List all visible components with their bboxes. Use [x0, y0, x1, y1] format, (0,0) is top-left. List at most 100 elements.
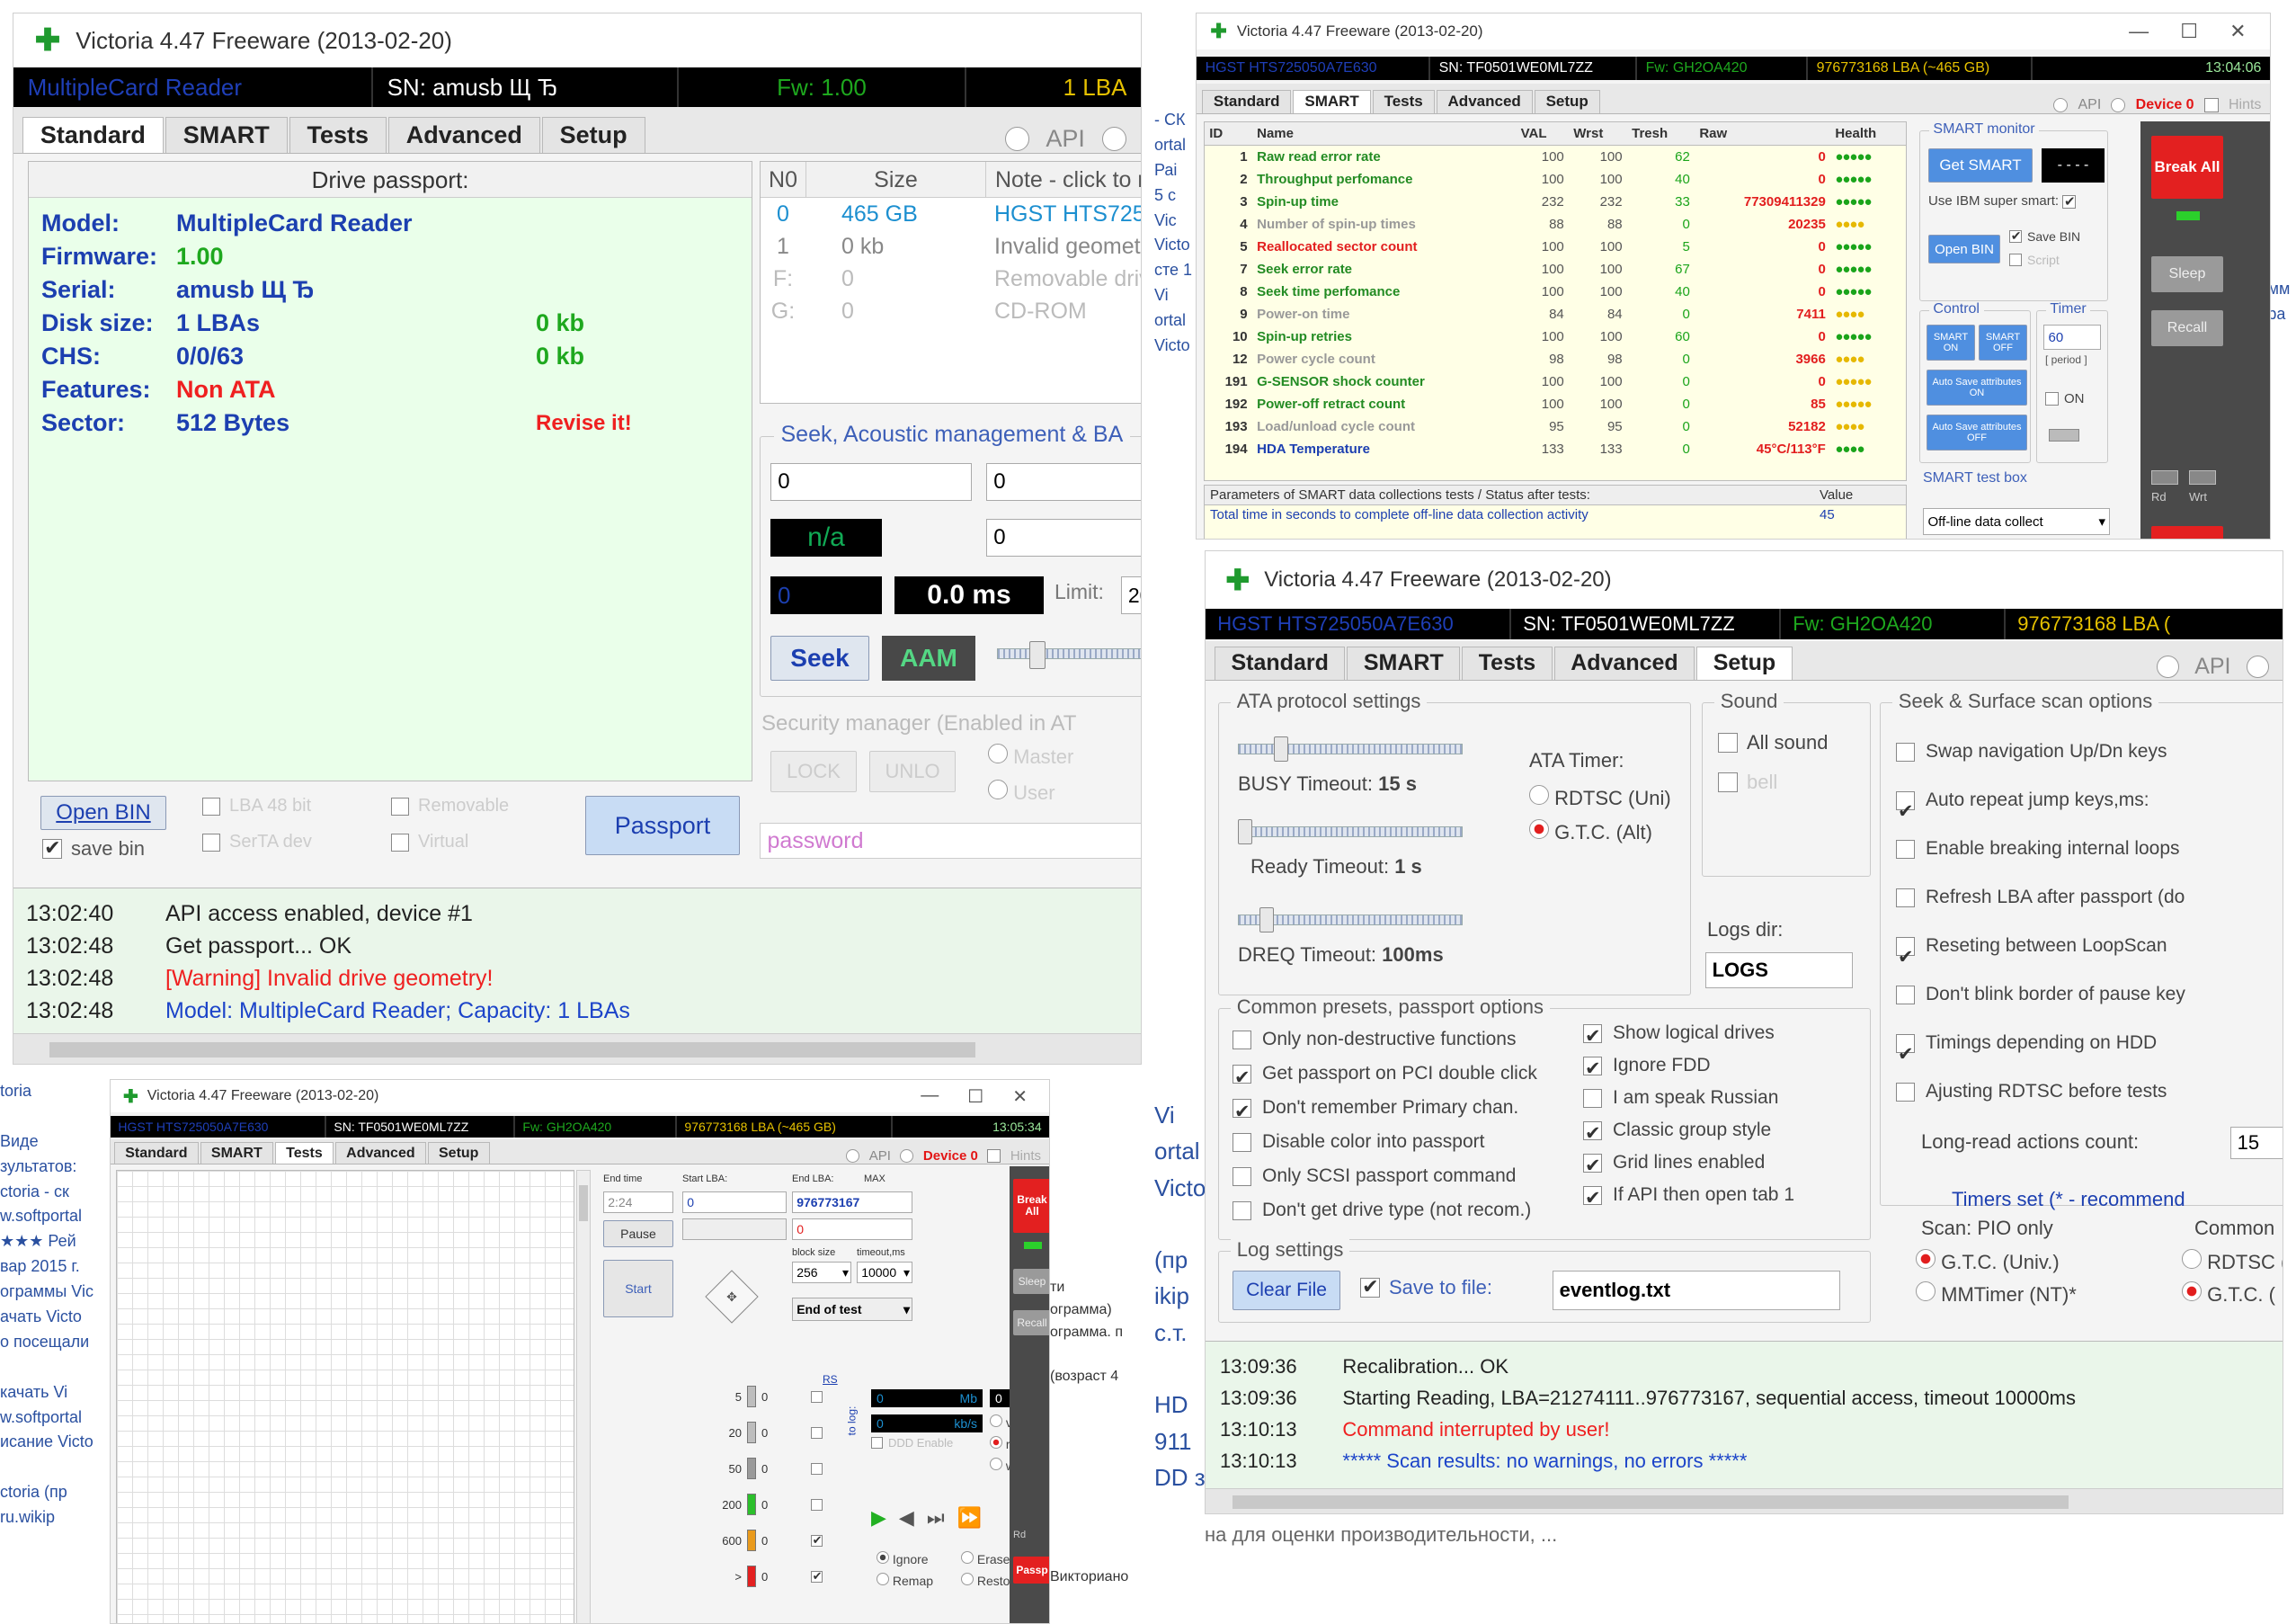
- common-gtc-radio[interactable]: G.T.C. (: [2182, 1281, 2275, 1307]
- open-bin-button[interactable]: Open BIN: [1928, 235, 2000, 263]
- device-radio[interactable]: [2111, 98, 2126, 112]
- seek-option-checkbox[interactable]: Swap navigation Up/Dn keys: [1896, 727, 2185, 776]
- tab-setup[interactable]: Setup: [1696, 646, 1793, 680]
- api-radio[interactable]: [846, 1149, 860, 1163]
- play-icon[interactable]: ▶: [871, 1506, 886, 1537]
- scan-gtc-radio[interactable]: G.T.C. (Univ.): [1916, 1249, 2060, 1274]
- tab-advanced[interactable]: Advanced: [1436, 89, 1533, 113]
- sleep-button[interactable]: Sleep: [1013, 1269, 1049, 1294]
- save-bin-checkbox[interactable]: save bin: [42, 836, 145, 861]
- preset-option-checkbox[interactable]: Classic group style: [1583, 1114, 1794, 1150]
- smart-row[interactable]: 193 Load/unload cycle count 95 95 0 52182 ●●●●: [1205, 415, 1906, 438]
- latency-log-checkbox[interactable]: [811, 1569, 823, 1584]
- preset-option-checkbox[interactable]: Ignore FDD: [1583, 1049, 1794, 1085]
- smart-row[interactable]: 12 Power cycle count 98 98 0 3966 ●●●●: [1205, 348, 1906, 370]
- tab-standard[interactable]: Standard: [1202, 89, 1292, 113]
- smart-row[interactable]: 191 G-SENSOR shock counter 100 100 0 0 ●●●●●: [1205, 370, 1906, 393]
- open-bin-button[interactable]: Open BIN: [40, 796, 166, 830]
- tab-tests[interactable]: Tests: [289, 116, 387, 153]
- end-of-test-select[interactable]: End of test ▾: [792, 1298, 912, 1321]
- virtual-checkbox[interactable]: Virtual: [391, 832, 468, 852]
- smart-col-header[interactable]: VAL: [1516, 122, 1570, 146]
- drive-list-row[interactable]: F: 0 Removable drive: [761, 263, 1141, 295]
- timer-on-checkbox[interactable]: ON: [2045, 391, 2085, 406]
- maximize-icon[interactable]: ☐: [967, 1085, 983, 1108]
- log-scrollbar[interactable]: [13, 1033, 1141, 1064]
- rdtsc-radio[interactable]: RDTSC (Uni): [1529, 785, 1671, 810]
- latency-log-checkbox[interactable]: [811, 1533, 823, 1548]
- seek-field-1[interactable]: 0: [770, 463, 972, 501]
- start-button[interactable]: Start: [603, 1260, 673, 1317]
- preset-option-checkbox[interactable]: If API then open tab 1: [1583, 1179, 1794, 1215]
- dreq-timeout-knob[interactable]: [1259, 907, 1274, 932]
- smart-row[interactable]: 192 Power-off retract count 100 100 0 85 ●●●●●: [1205, 393, 1906, 415]
- logs-dir-field[interactable]: LOGS: [1705, 952, 1853, 988]
- preset-option-checkbox[interactable]: I am speak Russian: [1583, 1082, 1794, 1114]
- tab-advanced[interactable]: Advanced: [334, 1142, 426, 1164]
- device-radio[interactable]: [2247, 656, 2269, 678]
- drive-list-row[interactable]: 1 0 kb Invalid geometry: [761, 230, 1141, 263]
- latency-log-checkbox[interactable]: [811, 1462, 823, 1475]
- latency-log-checkbox[interactable]: [811, 1426, 823, 1439]
- limit-field[interactable]: 20: [1121, 576, 1141, 614]
- passp-button[interactable]: Passp: [1013, 1557, 1049, 1584]
- ibm-smart-checkbox[interactable]: [2062, 193, 2077, 210]
- rs-link[interactable]: RS: [823, 1373, 838, 1386]
- break-all-button[interactable]: Break All: [2151, 136, 2223, 199]
- preset-option-checkbox[interactable]: Disable color into passport: [1233, 1125, 1537, 1159]
- user-radio[interactable]: User: [988, 780, 1055, 805]
- end-icon[interactable]: ⏩: [957, 1506, 982, 1537]
- pause-button[interactable]: Pause: [603, 1220, 673, 1247]
- test-box-select[interactable]: Off-line data collect ▾: [1923, 508, 2110, 535]
- sleep-button[interactable]: Sleep: [2151, 256, 2223, 292]
- api-radio[interactable]: [2053, 98, 2069, 112]
- save-bin-checkbox[interactable]: Save BIN: [2009, 228, 2080, 244]
- tab-tests[interactable]: Tests: [1372, 89, 1435, 113]
- back-icon[interactable]: ◀: [899, 1506, 914, 1537]
- scan-mmtimer-radio[interactable]: MMTimer (NT)*: [1916, 1281, 2077, 1307]
- api-radio[interactable]: [1004, 127, 1029, 151]
- smart-off-button[interactable]: SMART OFF: [1979, 325, 2027, 361]
- latency-log-checkbox[interactable]: [811, 1498, 823, 1511]
- smart-row[interactable]: 2 Throughput perfomance 100 100 40 0 ●●●●●: [1205, 168, 1906, 191]
- seek-option-checkbox[interactable]: Reseting between LoopScan: [1896, 922, 2185, 982]
- removable-checkbox[interactable]: Removable: [391, 796, 509, 816]
- preset-option-checkbox[interactable]: Grid lines enabled: [1583, 1147, 1794, 1182]
- tab-tests[interactable]: Tests: [274, 1142, 334, 1164]
- end-lba-2-field[interactable]: 0: [792, 1218, 912, 1240]
- seek-field-3[interactable]: 0: [986, 519, 1141, 557]
- aam-slider-knob[interactable]: [1029, 641, 1046, 669]
- lba48-checkbox[interactable]: LBA 48 bit: [202, 796, 311, 816]
- preset-option-checkbox[interactable]: Only non-destructive functions: [1233, 1022, 1537, 1057]
- col-note-header[interactable]: Note - click to ref: [985, 162, 1141, 197]
- tab-standard[interactable]: Standard: [1215, 646, 1346, 680]
- close-icon[interactable]: ✕: [1012, 1085, 1028, 1108]
- passp-button[interactable]: [2151, 526, 2223, 539]
- smart-col-header[interactable]: Health: [1830, 122, 1906, 146]
- serial-dev-checkbox[interactable]: SerTA dev: [202, 832, 312, 852]
- smart-row[interactable]: 8 Seek time perfomance 100 100 40 0 ●●●●●: [1205, 281, 1906, 303]
- ddd-enable-checkbox[interactable]: DDD Enable: [871, 1436, 953, 1450]
- smart-row[interactable]: 10 Spin-up retries 100 100 60 0 ●●●●●: [1205, 326, 1906, 348]
- chevron-down-icon[interactable]: ▾: [2098, 513, 2109, 530]
- close-icon[interactable]: ✕: [2229, 20, 2246, 43]
- seek-field-2[interactable]: 0: [986, 463, 1141, 501]
- smart-col-header[interactable]: Wrst: [1569, 122, 1627, 146]
- device-radio[interactable]: [900, 1149, 914, 1163]
- get-smart-button[interactable]: Get SMART: [1928, 148, 2033, 183]
- api-radio[interactable]: [2156, 656, 2179, 678]
- end-time-field[interactable]: 2:24: [603, 1191, 673, 1213]
- aam-slider[interactable]: [997, 648, 1141, 659]
- device-radio[interactable]: [1101, 127, 1126, 151]
- password-field[interactable]: password: [760, 823, 1141, 859]
- smart-col-header[interactable]: Raw: [1695, 122, 1831, 146]
- drive-list-row[interactable]: 0 465 GB HGST HTS725050: [761, 198, 1141, 230]
- auto-save-off-button[interactable]: Auto Save attributes OFF: [1927, 415, 2027, 451]
- seek-option-checkbox[interactable]: Enable breaking internal loops: [1896, 825, 2185, 873]
- preset-option-checkbox[interactable]: Don't remember Primary chan.: [1233, 1091, 1537, 1129]
- ignore-radio[interactable]: Ignore: [877, 1551, 929, 1566]
- latency-log-checkbox[interactable]: [811, 1390, 823, 1403]
- smart-col-header[interactable]: ID: [1205, 122, 1252, 146]
- unlock-button[interactable]: UNLO: [869, 751, 956, 792]
- lock-button[interactable]: LOCK: [770, 751, 857, 792]
